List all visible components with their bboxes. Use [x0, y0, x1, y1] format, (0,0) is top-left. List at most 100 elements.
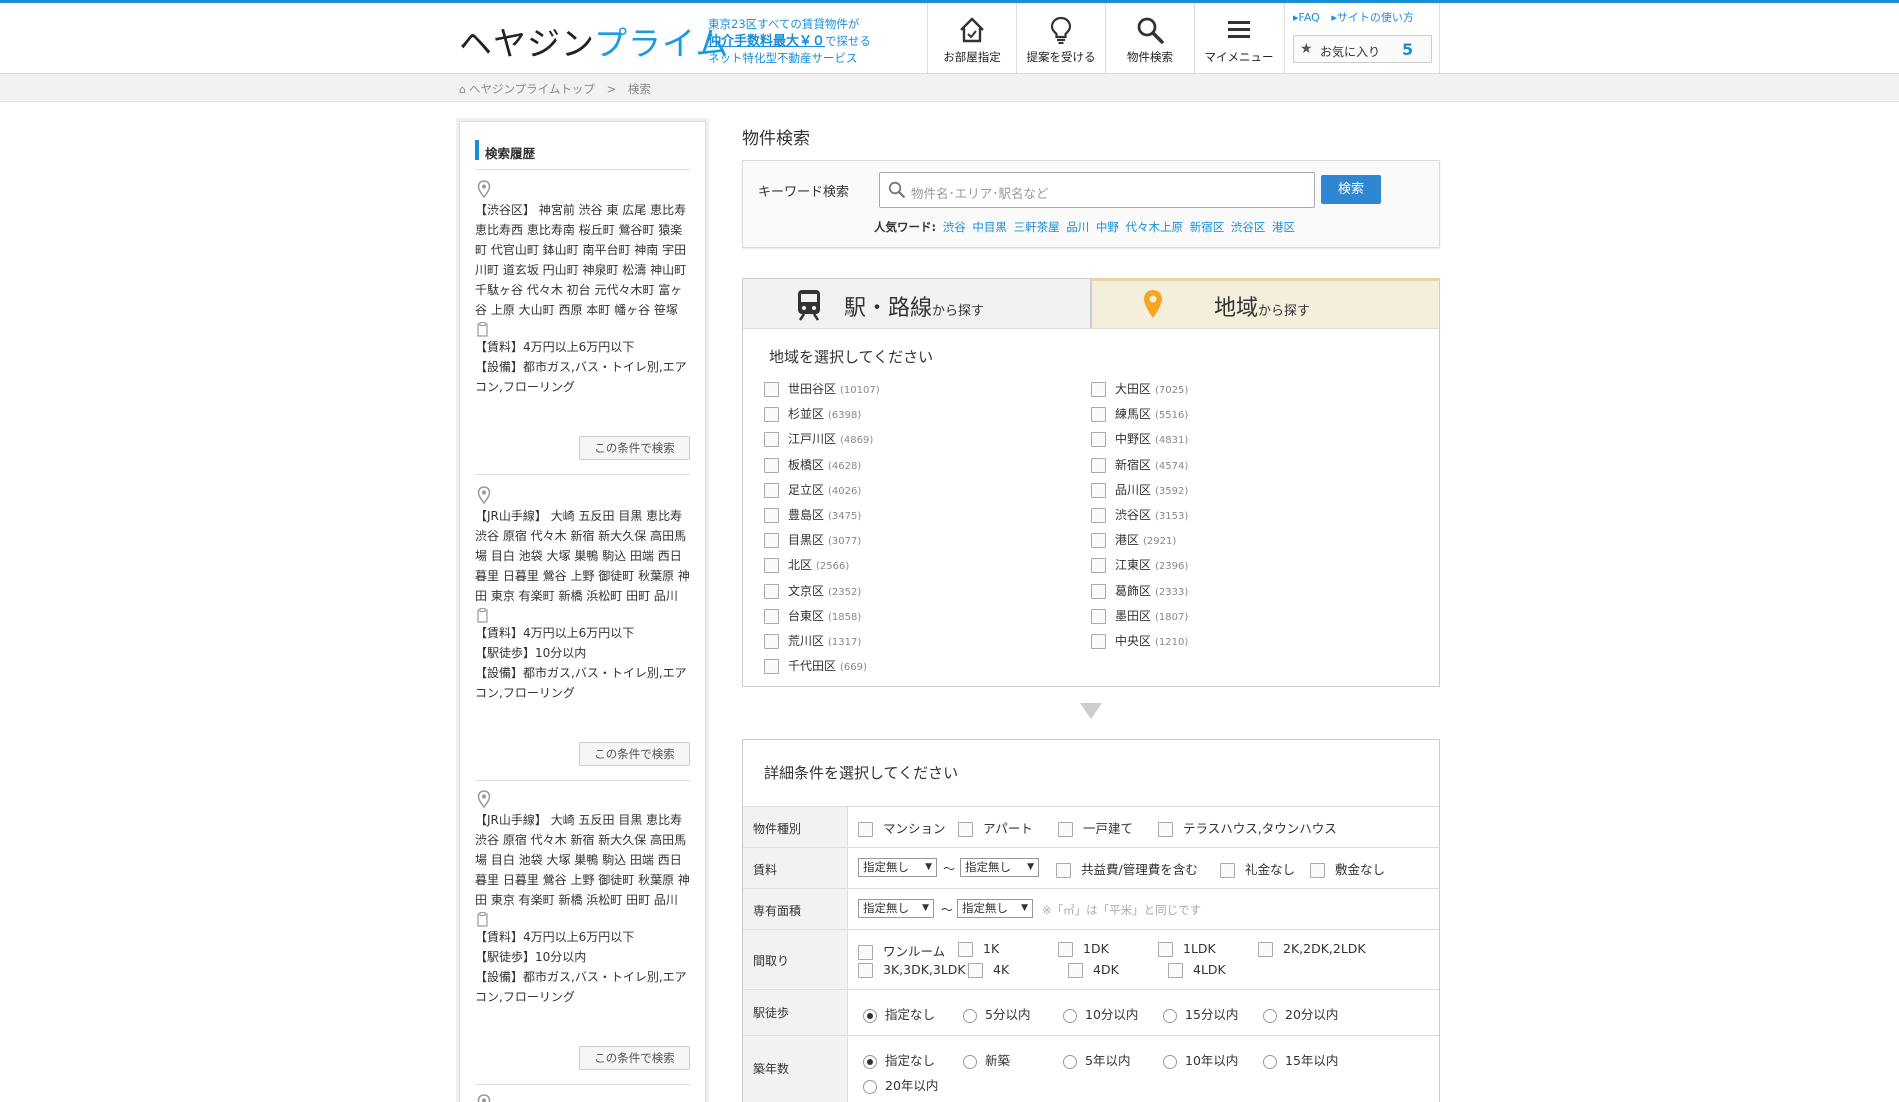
age-option[interactable]: 新築	[963, 1050, 1010, 1069]
checkbox[interactable]	[764, 634, 779, 649]
radio-button[interactable]	[963, 1054, 977, 1069]
ward-option[interactable]: 文京区 (2352)	[764, 582, 861, 602]
radio-button[interactable]	[863, 1054, 877, 1069]
search-this-condition-button[interactable]: この条件で検索	[579, 1046, 690, 1070]
ward-option[interactable]: 千代田区 (669)	[764, 657, 867, 677]
type-option[interactable]: マンション	[858, 818, 946, 837]
search-this-condition-button[interactable]: この条件で検索	[579, 436, 690, 460]
checkbox[interactable]	[764, 659, 779, 675]
area-min-select[interactable]: 指定無し ▼	[858, 899, 934, 918]
checkbox[interactable]	[958, 822, 973, 837]
checkbox[interactable]	[858, 945, 873, 960]
layout-option[interactable]: 1K	[958, 941, 999, 957]
walk-option[interactable]: 15分以内	[1163, 1004, 1238, 1023]
checkbox[interactable]	[1068, 963, 1083, 978]
popular-word-link[interactable]: 新宿区	[1190, 220, 1225, 234]
checkbox[interactable]	[764, 432, 779, 448]
checkbox[interactable]	[1091, 608, 1106, 624]
popular-word-link[interactable]: 代々木上原	[1126, 220, 1184, 234]
checkbox[interactable]	[968, 963, 983, 978]
ward-option[interactable]: 中野区 (4831)	[1091, 430, 1188, 450]
ward-option[interactable]: 江東区 (2396)	[1091, 556, 1188, 576]
checkbox[interactable]	[764, 583, 779, 599]
radio-button[interactable]	[863, 1079, 877, 1094]
rent-option[interactable]: 敷金なし	[1310, 859, 1385, 878]
checkbox[interactable]	[764, 407, 779, 423]
radio-button[interactable]	[963, 1008, 977, 1023]
nav-my-menu[interactable]: マイメニュー	[1194, 3, 1283, 73]
ward-option[interactable]: 板橋区 (4628)	[764, 456, 861, 476]
checkbox[interactable]	[764, 558, 779, 574]
radio-button[interactable]	[1263, 1054, 1277, 1069]
ward-option[interactable]: 港区 (2921)	[1091, 531, 1176, 551]
layout-option[interactable]: 3K,3DK,3LDK	[858, 962, 966, 978]
ward-option[interactable]: 世田谷区 (10107)	[764, 380, 880, 400]
checkbox[interactable]	[1056, 863, 1071, 878]
checkbox[interactable]	[1091, 457, 1106, 473]
ward-option[interactable]: 荒川区 (1317)	[764, 632, 861, 652]
radio-button[interactable]	[1063, 1008, 1077, 1023]
checkbox[interactable]	[1091, 558, 1106, 574]
radio-button[interactable]	[1163, 1054, 1177, 1069]
popular-word-link[interactable]: 品川	[1066, 220, 1089, 234]
checkbox[interactable]	[1091, 508, 1106, 523]
ward-option[interactable]: 渋谷区 (3153)	[1091, 506, 1188, 526]
checkbox[interactable]	[1091, 407, 1106, 423]
ward-option[interactable]: 葛飾区 (2333)	[1091, 582, 1188, 602]
popular-word-link[interactable]: 三軒茶屋	[1014, 220, 1060, 234]
area-max-select[interactable]: 指定無し ▼	[957, 899, 1033, 918]
type-option[interactable]: アパート	[958, 818, 1033, 837]
tab-area[interactable]: 地域から探す	[1091, 278, 1440, 328]
ward-option[interactable]: 墨田区 (1807)	[1091, 607, 1188, 627]
checkbox[interactable]	[1310, 863, 1325, 878]
checkbox[interactable]	[858, 963, 873, 978]
rent-min-select[interactable]: 指定無し ▼	[858, 858, 937, 877]
ward-option[interactable]: 品川区 (3592)	[1091, 481, 1188, 501]
checkbox[interactable]	[1058, 822, 1073, 837]
age-option[interactable]: 15年以内	[1263, 1050, 1338, 1069]
checkbox[interactable]	[764, 533, 779, 549]
type-option[interactable]: 一戸建て	[1058, 818, 1133, 837]
checkbox[interactable]	[1091, 533, 1106, 549]
ward-option[interactable]: 大田区 (7025)	[1091, 380, 1188, 400]
checkbox[interactable]	[1168, 963, 1183, 978]
popular-word-link[interactable]: 渋谷区	[1231, 220, 1266, 234]
rent-option[interactable]: 礼金なし	[1220, 859, 1295, 878]
rent-option[interactable]: 共益費/管理費を含む	[1056, 859, 1198, 878]
nav-proposal[interactable]: 提案を受ける	[1016, 3, 1105, 73]
ward-option[interactable]: 豊島区 (3475)	[764, 506, 861, 526]
checkbox[interactable]	[1220, 863, 1235, 878]
ward-option[interactable]: 江戸川区 (4869)	[764, 430, 873, 450]
site-logo[interactable]: ヘヤジンプライム	[459, 17, 729, 65]
ward-option[interactable]: 目黒区 (3077)	[764, 531, 861, 551]
radio-button[interactable]	[1163, 1008, 1177, 1023]
age-option[interactable]: 10年以内	[1163, 1050, 1238, 1069]
checkbox[interactable]	[1258, 942, 1273, 957]
nav-room-request[interactable]: お部屋指定	[927, 3, 1016, 73]
ward-option[interactable]: 中央区 (1210)	[1091, 632, 1188, 652]
checkbox[interactable]	[764, 608, 779, 624]
ward-option[interactable]: 杉並区 (6398)	[764, 405, 861, 425]
layout-option[interactable]: 4LDK	[1168, 962, 1226, 978]
radio-button[interactable]	[863, 1008, 877, 1023]
ward-option[interactable]: 練馬区 (5516)	[1091, 405, 1188, 425]
checkbox[interactable]	[1091, 432, 1106, 448]
layout-option[interactable]: ワンルーム	[858, 941, 945, 960]
walk-option[interactable]: 5分以内	[963, 1004, 1030, 1023]
breadcrumb-home[interactable]: ヘヤジンプライムトップ	[469, 82, 595, 96]
checkbox[interactable]	[764, 457, 779, 473]
checkbox[interactable]	[1091, 583, 1106, 599]
ward-option[interactable]: 北区 (2566)	[764, 556, 849, 576]
rent-max-select[interactable]: 指定無し ▼	[960, 858, 1039, 877]
checkbox[interactable]	[1058, 942, 1073, 957]
ward-option[interactable]: 台東区 (1858)	[764, 607, 861, 627]
walk-option[interactable]: 20分以内	[1263, 1004, 1338, 1023]
checkbox[interactable]	[858, 822, 873, 837]
ward-option[interactable]: 足立区 (4026)	[764, 481, 861, 501]
checkbox[interactable]	[958, 942, 973, 957]
layout-option[interactable]: 4DK	[1068, 962, 1119, 978]
keyword-search-input[interactable]: 物件名･エリア･駅名など	[879, 172, 1315, 208]
age-option[interactable]: 指定なし	[863, 1050, 935, 1069]
checkbox[interactable]	[1158, 822, 1173, 837]
howto-link[interactable]: ▸サイトの使い方	[1331, 11, 1414, 24]
